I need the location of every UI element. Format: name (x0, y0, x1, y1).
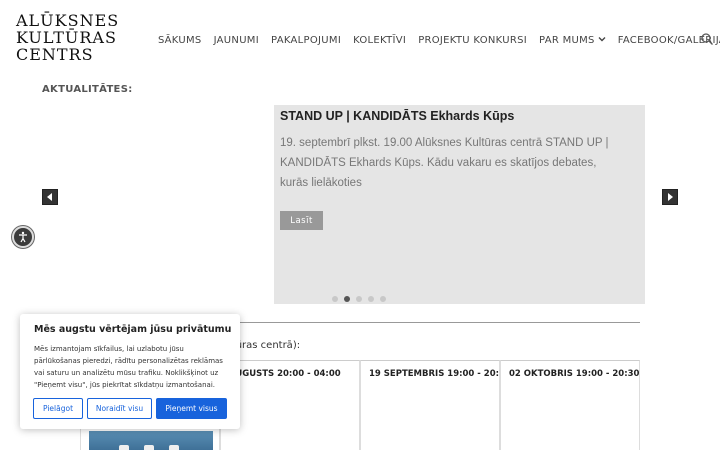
site-logo[interactable]: ALŪKSNES KULTŪRAS CENTRS (16, 11, 120, 64)
main-nav: SĀKUMS JAUNUMI PAKALPOJUMI KOLEKTĪVI PRO… (158, 32, 720, 48)
nav-item-kolektivi[interactable]: KOLEKTĪVI (353, 35, 406, 46)
cookie-consent-banner: Mēs augstu vērtējam jūsu privātumu Mēs i… (20, 314, 240, 429)
news-slide: STAND UP | KANDIDĀTS Ekhards Kūps 19. se… (274, 105, 645, 304)
slider-dot[interactable] (368, 296, 374, 302)
cookie-title: Mēs augstu vērtējam jūsu privātumu (34, 324, 232, 335)
chevron-down-icon (598, 35, 606, 45)
news-section-title: AKTUALITĀTES: (42, 84, 133, 95)
slider-prev-button[interactable] (42, 189, 58, 205)
nav-item-par-mums[interactable]: PAR MUMS (539, 35, 606, 46)
slider-dot[interactable] (332, 296, 338, 302)
logo-line-2: KULTŪRAS (16, 28, 117, 47)
cookie-text: Mēs izmantojam sīkfailus, lai uzlabotu j… (34, 345, 223, 389)
slide-title[interactable]: STAND UP | KANDIDĀTS Ekhards Kūps (280, 109, 514, 123)
read-more-button[interactable]: Lasīt (280, 211, 323, 230)
logo-line-3: CENTRS (16, 45, 94, 64)
slider-next-button[interactable] (662, 189, 678, 205)
cookie-customize-button[interactable]: Pielāgot (33, 398, 83, 419)
search-icon[interactable] (700, 31, 714, 45)
event-date: 19 SEPTEMBRIS 19:00 - 20:15 (369, 369, 511, 379)
slider-dot[interactable] (380, 296, 386, 302)
nav-item-sakums[interactable]: SĀKUMS (158, 35, 202, 46)
event-card[interactable]: AUGUSTS 20:00 - 04:00 (220, 360, 360, 450)
event-date: 02 OKTOBRIS 19:00 - 20:30 (509, 369, 640, 379)
accessibility-button[interactable] (12, 226, 34, 248)
slider-dot[interactable] (344, 296, 350, 302)
slide-excerpt: 19. septembrī plkst. 19.00 Alūksnes Kult… (280, 137, 609, 189)
nav-item-par-mums-label: PAR MUMS (539, 34, 595, 46)
slider-pagination (332, 296, 392, 302)
nav-item-pakalpojumi[interactable]: PAKALPOJUMI (271, 35, 341, 46)
event-date: AUGUSTS 20:00 - 04:00 (229, 369, 341, 379)
nav-item-projektu-konkursi[interactable]: PROJEKTU KONKURSI (418, 35, 527, 46)
arrow-right-icon (668, 193, 673, 201)
event-image[interactable] (89, 431, 213, 450)
logo-line-1: ALŪKSNES (16, 11, 120, 30)
accessibility-icon (19, 231, 27, 243)
cookie-reject-button[interactable]: Noraidīt visu (87, 398, 152, 419)
event-card[interactable]: 19 SEPTEMBRIS 19:00 - 20:15 (360, 360, 511, 450)
event-card[interactable]: 02 OKTOBRIS 19:00 - 20:30 (500, 360, 640, 450)
nav-item-jaunumi[interactable]: JAUNUMI (214, 35, 259, 46)
slider-dot[interactable] (356, 296, 362, 302)
arrow-left-icon (47, 193, 52, 201)
cookie-accept-button[interactable]: Pieņemt visus (156, 398, 227, 419)
